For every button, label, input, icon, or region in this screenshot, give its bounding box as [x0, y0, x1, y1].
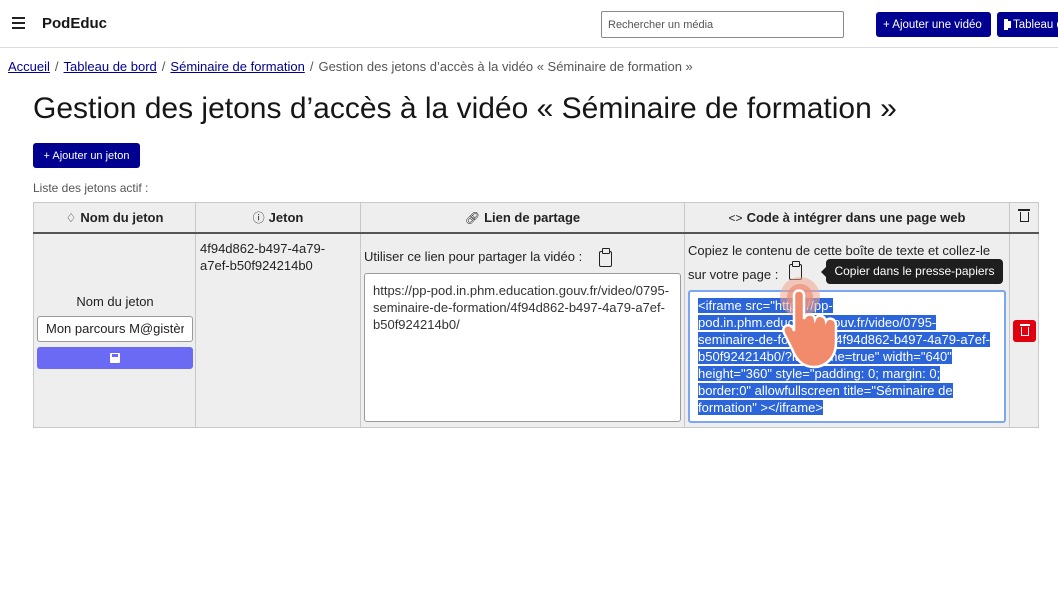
token-value-line1: 4f94d862-b497-4a79-	[200, 240, 326, 256]
token-name-cell: Nom du jeton	[33, 232, 196, 428]
table-header-row: ♢ Nom du jeton ⓘ Jeton 🔗︎ Lien de partage <…	[33, 202, 1039, 234]
token-name-label: Nom du jeton	[76, 293, 154, 309]
token-name-input[interactable]	[37, 315, 193, 342]
tag-icon: ♢	[65, 210, 77, 225]
breadcrumb-video[interactable]: Séminaire de formation	[170, 59, 304, 74]
floppy-icon	[110, 352, 120, 363]
brand-logo[interactable]: PodEduc	[42, 15, 107, 32]
delete-cell	[1009, 232, 1039, 428]
col-header-token: ⓘ Jeton	[195, 202, 361, 234]
token-list-label: Liste des jetons actif :	[33, 181, 149, 195]
clipboard-icon[interactable]	[789, 260, 802, 280]
link-icon: 🔗︎	[464, 210, 481, 225]
page-title: Gestion des jetons d’accès à la vidéo « …	[33, 92, 897, 125]
embed-code-textarea[interactable]: <iframe src="https://pp-pod.in.phm.educa…	[688, 289, 1006, 423]
film-icon	[1004, 19, 1011, 30]
col-header-delete	[1009, 202, 1039, 234]
breadcrumb-current: Gestion des jetons d’accès à la vidéo « …	[318, 59, 693, 74]
breadcrumb: Accueil / Tableau de bord / Séminaire de for…	[8, 59, 693, 74]
top-header: PodEduc + Ajouter une vidéo Tableau de b…	[0, 0, 1058, 48]
breadcrumb-dashboard[interactable]: Tableau de bord	[64, 59, 157, 74]
info-icon: ⓘ	[252, 210, 265, 225]
share-link-cell: Utiliser ce lien pour partager la vidéo …	[360, 232, 685, 428]
add-token-button[interactable]: + Ajouter un jeton	[33, 143, 140, 168]
code-icon: <>	[728, 210, 743, 225]
tokens-table: ♢ Nom du jeton ⓘ Jeton 🔗︎ Lien de partage <…	[33, 202, 1039, 428]
token-value-cell: 4f94d862-b497-4a79- a7ef-b50f924214b0	[195, 232, 361, 428]
embed-code-cell: Copiez le contenu de cette boîte de text…	[684, 232, 1010, 428]
copy-tooltip: Copier dans le presse-papiers	[821, 258, 1003, 284]
share-link-label: Utiliser ce lien pour partager la vidéo …	[364, 248, 583, 264]
dashboard-button[interactable]: Tableau de bord	[997, 12, 1058, 37]
save-token-button[interactable]	[37, 346, 193, 369]
hamburger-icon[interactable]	[12, 17, 25, 29]
col-header-embed: <> Code à intégrer dans une page web	[684, 202, 1010, 234]
trash-icon	[1019, 324, 1030, 336]
token-value-line2: a7ef-b50f924214b0	[200, 257, 313, 273]
breadcrumb-home[interactable]: Accueil	[8, 59, 50, 74]
clipboard-icon[interactable]	[599, 247, 612, 267]
delete-token-button[interactable]	[1013, 319, 1036, 342]
trash-icon	[1017, 209, 1030, 223]
col-header-name: ♢ Nom du jeton	[33, 202, 196, 234]
add-video-button[interactable]: + Ajouter une vidéo	[876, 12, 991, 37]
table-row: Nom du jeton 4f94d862-b497-4a79- a7ef-b5…	[33, 232, 1039, 428]
share-link-textarea[interactable]: https://pp-pod.in.phm.education.gouv.fr/…	[364, 272, 681, 422]
col-header-link: 🔗︎ Lien de partage	[360, 202, 685, 234]
search-input[interactable]	[601, 11, 844, 38]
embed-code-selected-text: <iframe src="https://pp-pod.in.phm.educa…	[698, 297, 990, 415]
dashboard-button-label: Tableau de bord	[1013, 18, 1058, 31]
